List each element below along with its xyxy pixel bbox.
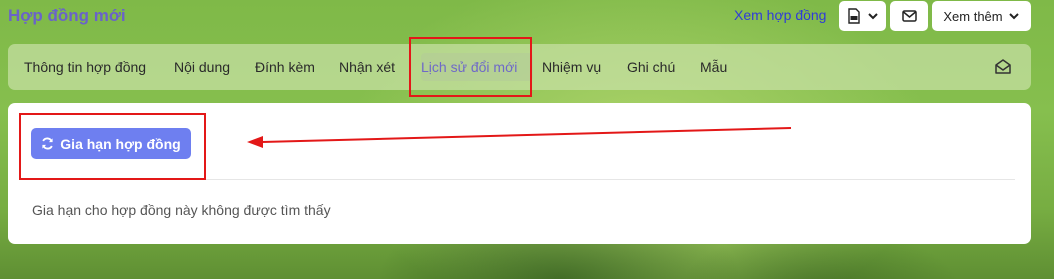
open-envelope-icon[interactable] xyxy=(994,58,1012,76)
tab-comments[interactable]: Nhận xét xyxy=(339,44,395,90)
tab-notes[interactable]: Ghi chú xyxy=(627,44,675,90)
chevron-down-icon xyxy=(867,13,878,20)
more-button-label: Xem thêm xyxy=(943,8,1003,24)
export-dropdown-button[interactable] xyxy=(839,1,886,31)
renew-contract-button[interactable]: Gia hạn hợp đồng xyxy=(31,128,191,159)
send-mail-button[interactable] xyxy=(890,1,928,31)
tab-tasks[interactable]: Nhiệm vụ xyxy=(542,44,601,90)
empty-state-message: Gia hạn cho hợp đồng này không được tìm … xyxy=(32,202,331,218)
view-contract-link[interactable]: Xem hợp đồng xyxy=(734,7,826,23)
tab-attachments[interactable]: Đính kèm xyxy=(255,44,315,90)
renewal-history-panel: Gia hạn hợp đồng Gia hạn cho hợp đồng nà… xyxy=(8,103,1031,244)
tab-renewal-history[interactable]: Lịch sử đổi mới xyxy=(421,44,517,90)
tab-templates[interactable]: Mẫu xyxy=(700,44,727,90)
chevron-down-icon xyxy=(1008,13,1019,20)
refresh-icon xyxy=(42,137,53,150)
tab-contract-info[interactable]: Thông tin hợp đồng xyxy=(24,44,146,90)
divider xyxy=(20,179,1015,180)
tab-content[interactable]: Nội dung xyxy=(174,44,230,90)
renew-button-label: Gia hạn hợp đồng xyxy=(60,135,181,152)
envelope-icon xyxy=(901,10,917,22)
page-title: Hợp đồng mới xyxy=(8,6,126,25)
tabs-bar: Thông tin hợp đồng Nội dung Đính kèm Nhậ… xyxy=(8,44,1031,90)
file-export-icon xyxy=(847,8,860,24)
more-dropdown-button[interactable]: Xem thêm xyxy=(932,1,1031,31)
